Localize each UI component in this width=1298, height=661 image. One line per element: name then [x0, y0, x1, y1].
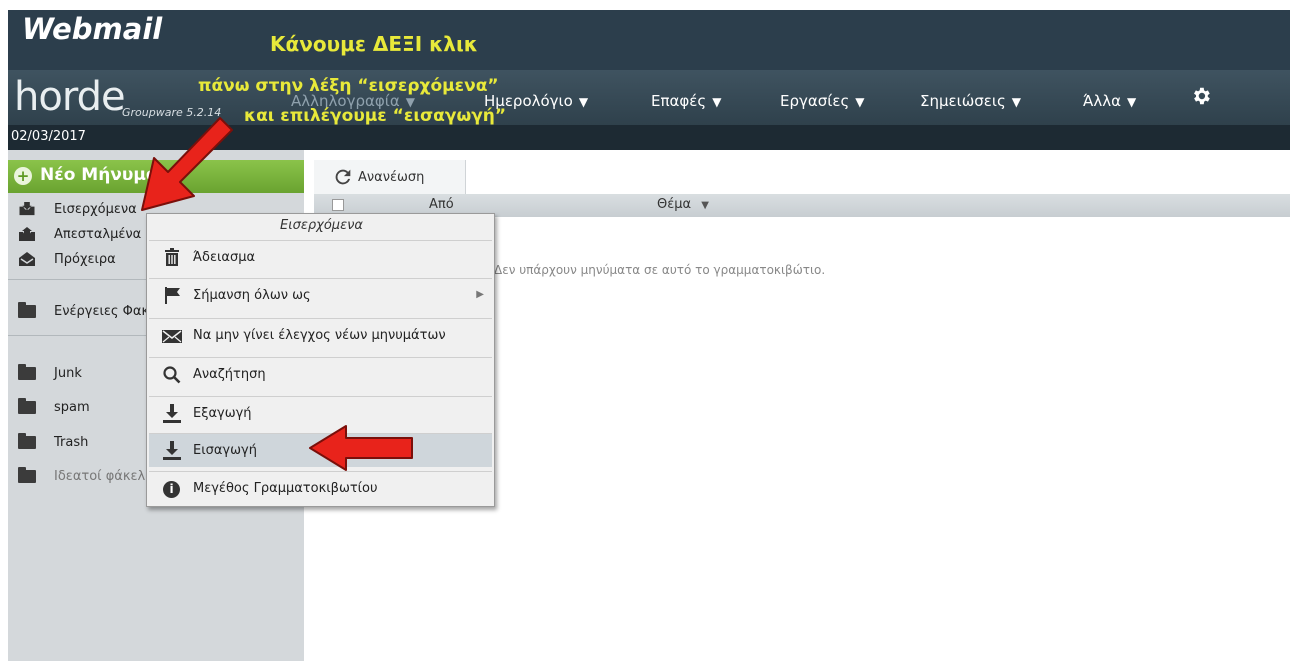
folder-label: Πρόχειρα [54, 252, 116, 267]
menu-item-empty[interactable]: Άδειασμα [149, 240, 492, 274]
empty-mailbox-message: Δεν υπάρχουν μηνύματα σε αυτό το γραμματ… [494, 263, 826, 277]
instruction-caption-line2: πάνω στην λέξη “εισερχόμενα” [198, 76, 499, 96]
nav-other-label: Άλλα [1083, 92, 1122, 110]
folder-label: spam [54, 400, 90, 415]
search-icon [163, 366, 181, 384]
chevron-down-icon: ▼ [1127, 95, 1137, 109]
column-subject[interactable]: Θέμα ▼ [657, 197, 709, 212]
info-icon: i [163, 481, 180, 498]
chevron-down-icon: ▼ [1011, 95, 1022, 109]
sent-icon [19, 227, 35, 241]
webmail-logo: Webmail [22, 12, 163, 46]
folder-icon [18, 398, 36, 414]
select-all-checkbox[interactable] [332, 199, 344, 211]
horde-logo[interactable]: horde [14, 74, 126, 120]
download-icon [163, 404, 181, 423]
nav-tasks-label: Εργασίες [780, 92, 850, 110]
refresh-button[interactable]: Ανανέωση [314, 160, 466, 194]
menu-item-label: Αναζήτηση [193, 367, 266, 382]
menu-item-label: Εξαγωγή [193, 406, 252, 421]
trash-icon [165, 248, 179, 266]
folder-label: Trash [54, 435, 89, 450]
top-banner: Webmail Κάνουμε ΔΕΞΙ κλικ [8, 10, 1290, 70]
instruction-caption-line1: Κάνουμε ΔΕΞΙ κλικ [270, 32, 478, 56]
folder-icon [18, 364, 36, 380]
chevron-down-icon: ▼ [701, 200, 709, 211]
nav-contacts[interactable]: Επαφές ▼ [651, 92, 721, 110]
nav-notes[interactable]: Σημειώσεις ▼ [920, 92, 1021, 110]
menu-item-label: Εισαγωγή [193, 443, 257, 458]
menu-item-mark-all[interactable]: Σήμανση όλων ως ▶ [149, 278, 492, 312]
envelope-icon [162, 330, 182, 343]
drafts-icon [19, 252, 35, 266]
current-date: 02/03/2017 [11, 129, 86, 144]
chevron-down-icon: ▼ [855, 95, 865, 109]
menu-item-label: Μεγέθος Γραμματοκιβωτίου [193, 481, 378, 496]
column-subject-label: Θέμα [657, 197, 692, 212]
annotation-arrow-icon [309, 425, 413, 471]
annotation-arrow-icon [141, 117, 233, 211]
nav-notes-label: Σημειώσεις [920, 92, 1006, 110]
refresh-label: Ανανέωση [358, 170, 425, 185]
download-icon [163, 441, 181, 460]
nav-contacts-label: Επαφές [651, 92, 707, 110]
nav-other[interactable]: Άλλα ▼ [1083, 92, 1136, 110]
menu-item-no-check[interactable]: Να μην γίνει έλεγχος νέων μηνυμάτων [149, 318, 492, 352]
menu-item-label: Σήμανση όλων ως [193, 288, 311, 303]
plus-circle-icon: + [14, 167, 32, 185]
menu-item-search[interactable]: Αναζήτηση [149, 357, 492, 391]
folder-label: Απεσταλμένα [54, 227, 142, 242]
chevron-down-icon: ▼ [578, 95, 589, 109]
inbox-icon [19, 201, 35, 216]
column-from[interactable]: Από [429, 197, 454, 212]
folder-label: Εισερχόμενα [54, 202, 137, 217]
folder-label: Junk [54, 366, 82, 381]
menu-item-label: Άδειασμα [193, 250, 256, 265]
menu-item-label: Να μην γίνει έλεγχος νέων μηνυμάτων [193, 328, 446, 343]
gear-icon[interactable] [1190, 85, 1212, 113]
folder-icon [18, 302, 36, 318]
refresh-icon [335, 169, 351, 185]
webmail-window: Webmail Κάνουμε ΔΕΞΙ κλικ horde Groupwar… [8, 10, 1290, 661]
chevron-down-icon: ▼ [712, 95, 722, 109]
submenu-arrow-icon: ▶ [476, 289, 484, 300]
folder-label: Ιδεατοί φάκελοι [54, 469, 158, 484]
instruction-caption-line3: και επιλέγουμε “εισαγωγή” [244, 106, 507, 126]
nav-tasks[interactable]: Εργασίες ▼ [780, 92, 865, 110]
context-menu-title: Εισερχόμενα [280, 218, 363, 233]
flag-icon [165, 287, 180, 304]
folder-icon [18, 433, 36, 449]
menu-item-mailbox-size[interactable]: i Μεγέθος Γραμματοκιβωτίου [149, 471, 492, 505]
virtual-folder-icon [18, 467, 36, 483]
